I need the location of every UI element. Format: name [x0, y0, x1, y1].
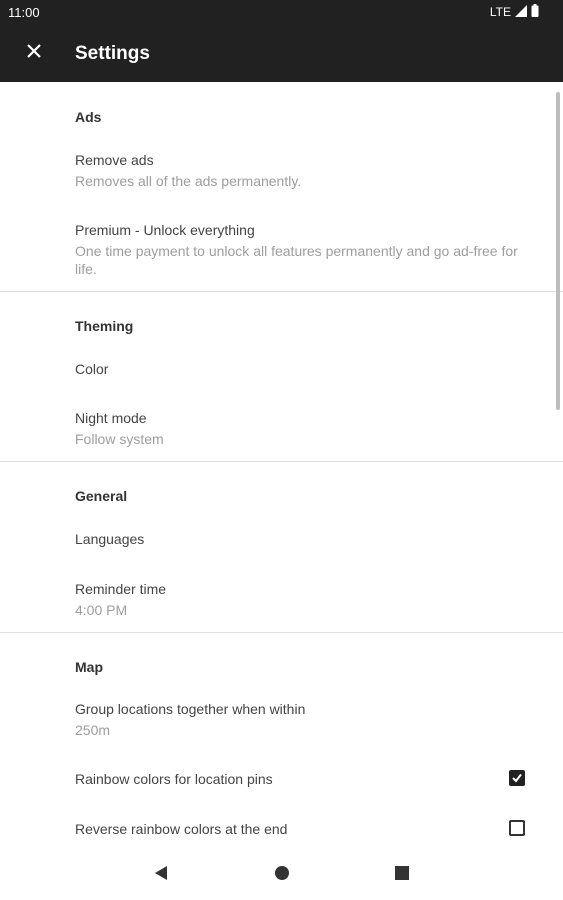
pref-summary: Removes all of the ads permanently.	[75, 173, 302, 189]
scrollbar[interactable]	[556, 92, 560, 410]
divider	[0, 461, 563, 462]
pref-summary: 250m	[75, 722, 111, 738]
close-icon	[26, 43, 42, 64]
divider	[0, 291, 563, 292]
pref-title: Night mode	[75, 410, 147, 426]
rainbow-colors-checkbox[interactable]	[509, 770, 525, 786]
back-button[interactable]	[151, 863, 171, 883]
pref-languages[interactable]: Languages	[0, 531, 563, 555]
network-type: LTE	[489, 5, 511, 19]
pref-summary: One time payment to unlock all features …	[75, 243, 518, 277]
pref-summary: Follow system	[75, 431, 164, 447]
pref-title: Rainbow colors for location pins	[75, 771, 273, 787]
pref-color[interactable]: Color	[0, 361, 563, 385]
pref-title: Color	[75, 361, 109, 377]
check-icon	[512, 773, 522, 783]
settings-list[interactable]: Ads Remove ads Removes all of the ads pe…	[0, 82, 563, 846]
status-bar: 11:00 LTE	[0, 0, 563, 24]
pref-reminder-time[interactable]: Reminder time 4:00 PM	[0, 581, 563, 625]
signal-icon	[515, 4, 527, 20]
category-header-map: Map	[75, 659, 103, 675]
status-time: 11:00	[8, 5, 40, 20]
pref-title: Languages	[75, 531, 145, 547]
recents-button[interactable]	[392, 863, 412, 883]
pref-premium[interactable]: Premium - Unlock everything One time pay…	[0, 222, 563, 282]
close-button[interactable]	[18, 37, 50, 69]
category-header-theming: Theming	[75, 318, 134, 334]
category-header-general: General	[75, 488, 128, 504]
navigation-bar	[0, 846, 563, 900]
page-title: Settings	[75, 43, 150, 64]
pref-group-locations[interactable]: Group locations together when within 250…	[0, 701, 563, 745]
pref-rainbow-colors[interactable]: Rainbow colors for location pins	[0, 771, 563, 795]
category-header-ads: Ads	[75, 109, 102, 125]
pref-remove-ads[interactable]: Remove ads Removes all of the ads perman…	[0, 152, 563, 196]
pref-title: Reminder time	[75, 581, 167, 597]
toolbar: Settings	[0, 24, 563, 82]
pref-title: Premium - Unlock everything	[75, 222, 255, 238]
pref-title: Remove ads	[75, 152, 154, 168]
battery-icon	[531, 4, 539, 20]
divider	[0, 632, 563, 633]
home-button[interactable]	[272, 863, 292, 883]
reverse-rainbow-checkbox[interactable]	[509, 820, 525, 836]
pref-title: Reverse rainbow colors at the end	[75, 821, 288, 837]
pref-reverse-rainbow[interactable]: Reverse rainbow colors at the end	[0, 821, 563, 845]
pref-night-mode[interactable]: Night mode Follow system	[0, 410, 563, 454]
recents-icon	[395, 866, 409, 880]
status-icons: LTE	[490, 4, 539, 20]
pref-title: Group locations together when within	[75, 701, 306, 717]
back-icon	[155, 866, 167, 880]
pref-summary: 4:00 PM	[75, 602, 128, 618]
home-icon	[275, 866, 289, 880]
